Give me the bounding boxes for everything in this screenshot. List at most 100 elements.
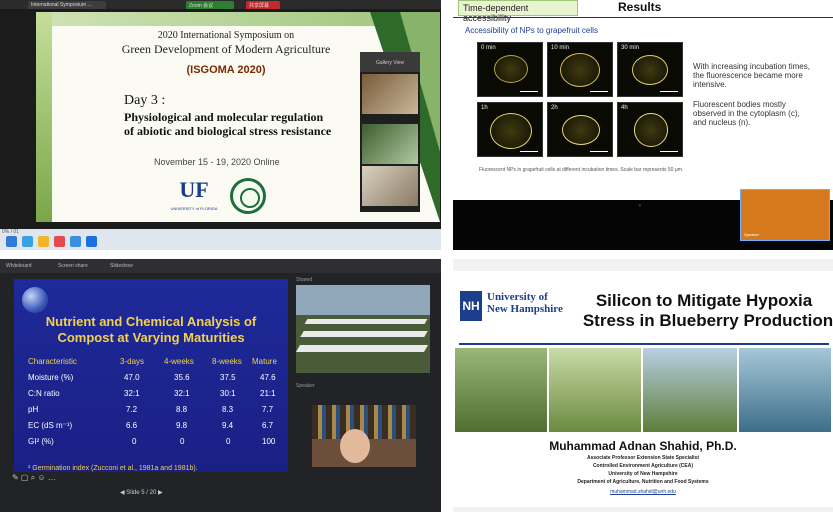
column-header: 8-weeks — [212, 357, 242, 366]
cell-image — [494, 55, 528, 83]
panel-label: 1h — [481, 105, 488, 111]
slide-heading: Results — [618, 0, 662, 14]
speaker-name: Speaker — [744, 232, 759, 237]
field-photo[interactable] — [295, 285, 430, 373]
browser-tab[interactable]: 共享屏幕 — [246, 1, 280, 9]
topic-line: Physiological and molecular regulation — [124, 110, 324, 124]
toolbar-tab[interactable]: Slideshow — [110, 263, 133, 269]
speaker-video[interactable] — [312, 405, 416, 467]
micrograph-panel: 2h — [547, 102, 613, 157]
browser-tab[interactable]: International Symposium ... — [28, 1, 106, 9]
event-dates: November 15 - 19, 2020 Online — [154, 157, 280, 167]
table-header: Characteristic 3-days 4-weeks 8-weeks Ma… — [28, 357, 278, 369]
toolbar-tab[interactable]: Whiteboard — [6, 263, 32, 269]
zoom-screen-symposium: International Symposium ... Zoom 会议 共享屏幕… — [0, 0, 441, 250]
presenter-info: University of New Hampshire — [608, 471, 678, 477]
table-cell: 100 — [262, 437, 276, 446]
zoom-screen-results: Time-dependent accessibility Results Acc… — [453, 0, 833, 250]
scale-bar — [660, 151, 678, 152]
app-icon[interactable] — [22, 236, 33, 247]
table-cell: pH — [28, 405, 39, 414]
bullet-text: With increasing incubation times, the fl… — [693, 62, 810, 89]
table-cell: 0 — [180, 437, 185, 446]
table-cell: 37.5 — [220, 373, 236, 382]
presenter-email[interactable]: muhammad.shahid@unh.edu — [453, 489, 833, 495]
university-seal-icon — [230, 178, 266, 214]
unh-logo: NH — [460, 291, 482, 321]
zoom-icon[interactable] — [86, 236, 97, 247]
symposium-acronym: (ISGOMA 2020) — [186, 64, 266, 76]
table-cell: 0 — [132, 437, 137, 446]
globe-icon — [22, 287, 48, 313]
presentation-slide: Nutrient and Chemical Analysis of Compos… — [14, 279, 288, 472]
micrograph-panel: 4h — [617, 102, 683, 157]
table-cell: 9.4 — [222, 421, 234, 430]
bullet-text: Fluorescent bodies mostly observed in th… — [693, 100, 800, 127]
panel-label: 30 min — [621, 45, 640, 51]
table-row: Moisture (%) 47.0 35.6 37.5 47.6 — [28, 373, 278, 385]
app-icon[interactable] — [54, 236, 65, 247]
greenhouse-photo — [739, 348, 831, 432]
divider — [0, 250, 833, 259]
table-cell: 6.6 — [126, 421, 138, 430]
table-cell: 8.8 — [176, 405, 188, 414]
row-cover — [295, 345, 429, 352]
day-label: Day 3 : — [124, 93, 166, 108]
column-header: 4-weeks — [164, 357, 194, 366]
table-cell: C:N ratio — [28, 389, 60, 398]
presentation-slide: NH University of New Hampshire Silicon t… — [453, 271, 833, 507]
table-cell: 0 — [226, 437, 231, 446]
browser-tab[interactable]: Zoom 会议 — [186, 1, 234, 9]
section-tag: Time-dependent accessibility — [458, 0, 578, 23]
start-icon[interactable] — [6, 236, 17, 247]
toolbar-tab[interactable]: Screen share — [58, 263, 88, 269]
cell-image — [560, 53, 600, 87]
app-icon[interactable] — [70, 236, 81, 247]
participant-video[interactable] — [362, 124, 418, 164]
presentation-slide: Time-dependent accessibility Results Acc… — [453, 0, 833, 200]
slide-title: Silicon to Mitigate Hypoxia — [595, 291, 813, 310]
annotation-tools[interactable]: ✎ ▢ ⌕ ☺ … — [12, 473, 56, 483]
table-cell: 47.0 — [124, 373, 140, 382]
divider — [459, 343, 829, 345]
panel-label: 4h — [621, 105, 628, 111]
slide-pager[interactable]: ◀ Slide 5 / 20 ▶ — [120, 489, 163, 496]
divider — [453, 17, 833, 18]
column-header: Characteristic — [28, 357, 77, 366]
zoom-status: 0% / 01 — [2, 229, 19, 235]
table-cell: 7.2 — [126, 405, 138, 414]
table-row: GI² (%) 0 0 0 100 — [28, 437, 278, 449]
participant-video[interactable] — [362, 74, 418, 114]
panel-label: 0 min — [481, 45, 496, 51]
table-cell: 9.8 — [176, 421, 188, 430]
video-gallery: Gallery View — [360, 52, 420, 212]
folder-icon[interactable] — [38, 236, 49, 247]
table-row: C:N ratio 32:1 32:1 30:1 21:1 — [28, 389, 278, 401]
cell-image — [490, 113, 532, 149]
table-footnote: ² Germination index (Zucconi et al., 198… — [28, 465, 198, 472]
table-cell: 32:1 — [124, 389, 140, 398]
participant-video[interactable] — [362, 166, 418, 206]
person-face — [340, 429, 370, 463]
uf-logo-subtitle: UNIVERSITY of FLORIDA — [170, 206, 218, 211]
zoom-screen-compost: Whiteboard Screen share Slideshow Nutrie… — [0, 259, 441, 512]
cell-image — [562, 115, 600, 145]
page-indicator: ● — [638, 203, 642, 209]
table-cell: 47.6 — [260, 373, 276, 382]
column-header: Mature — [252, 357, 277, 366]
drone-photo — [643, 348, 737, 432]
scale-bar — [520, 91, 538, 92]
table-cell: 8.3 — [222, 405, 234, 414]
column-header: 3-days — [120, 357, 145, 366]
zoom-screen-unh: NH University of New Hampshire Silicon t… — [453, 259, 833, 512]
toolbar: Whiteboard Screen share Slideshow — [0, 259, 441, 273]
panel-label: 10 min — [551, 45, 570, 51]
table-cell: EC (dS m⁻¹) — [28, 421, 73, 430]
presenter-info: Associate Professor Extension State Spec… — [587, 455, 699, 461]
row-cover — [304, 319, 428, 324]
panel-label: 2h — [551, 105, 558, 111]
presenter-name: Muhammad Adnan Shahid, Ph.D. — [549, 439, 737, 453]
scale-bar — [590, 151, 608, 152]
sky — [296, 285, 430, 315]
scale-bar — [590, 91, 608, 92]
